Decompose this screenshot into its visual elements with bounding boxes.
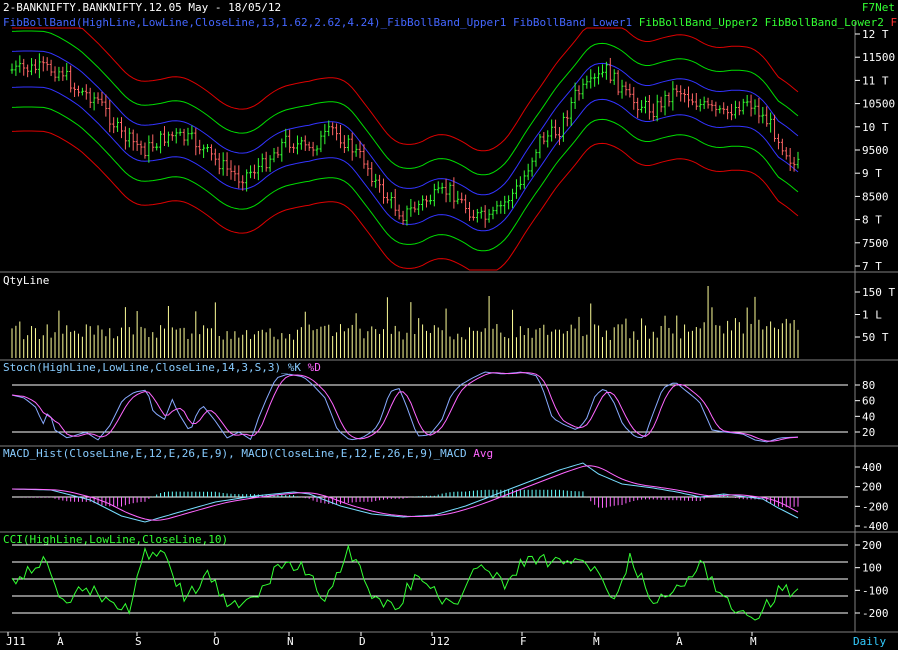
time-axis-label: S (135, 635, 142, 648)
axis-label: -200 (862, 500, 889, 513)
stoch-axis-labels: 80 60 40 20 (855, 379, 875, 439)
time-axis-label: J12 (430, 635, 450, 648)
axis-label: 1 L (862, 309, 882, 322)
price-axis-labels: 12 T 11500 11 T 10500 10 T 9500 9 T 8500 8 T 7500… (855, 28, 895, 273)
macd-pane[interactable]: MACD_Hist(CloseLine,E,12,E,26,E,9), MACD… (3, 447, 889, 533)
axis-label: -200 (862, 607, 889, 620)
axis-label: 40 (862, 410, 875, 423)
axis-label: 12 T (862, 28, 889, 41)
stoch-k-line (11, 371, 799, 443)
axis-label: 8500 (862, 190, 889, 203)
legend-item[interactable]: Stoch(HighLine,LowLine,CloseLine,14,3,S,… (3, 361, 301, 374)
cci-pane[interactable]: CCI(HighLine,LowLine,CloseLine,10) 200 10… (3, 533, 889, 621)
axis-label: 7 T (862, 260, 882, 273)
stoch-lines (11, 371, 799, 443)
price-bars (10, 53, 800, 228)
fib-boll-bands (11, 27, 799, 271)
legend-item[interactable]: CCI(HighLine,LowLine,CloseLine,10) (3, 533, 228, 546)
cci-pane-legend: CCI(HighLine,LowLine,CloseLine,10) (3, 533, 228, 546)
price-pane[interactable]: FibBollBand(HighLine,LowLine,CloseLine,1… (3, 16, 898, 273)
time-axis-label: O (213, 635, 220, 648)
time-axis-label: M (750, 635, 757, 648)
axis-label: -100 (862, 584, 889, 597)
time-axis-label: D (359, 635, 366, 648)
time-axis-label: F (520, 635, 527, 648)
legend-item[interactable]: %D (301, 361, 321, 374)
time-axis-label: A (676, 635, 683, 648)
axis-label: 9500 (862, 144, 889, 157)
legend-item[interactable]: Avg (467, 447, 494, 460)
cci-line (11, 544, 799, 621)
band-line (11, 130, 799, 271)
cci-line (11, 544, 799, 621)
macd-lines (11, 462, 799, 523)
stoch-pane-legend: Stoch(HighLine,LowLine,CloseLine,14,3,S,… (3, 361, 321, 374)
legend-item[interactable]: FibBollBand_Lower1 (506, 16, 632, 29)
time-axis-label: M (593, 635, 600, 648)
stock-chart-window[interactable]: 2-BANKNIFTY.BANKNIFTY.12.05 May - 18/05/… (0, 0, 898, 650)
axis-label: 9 T (862, 167, 882, 180)
window-title: 2-BANKNIFTY.BANKNIFTY.12.05 May - 18/05/… (3, 1, 281, 14)
axis-label: 11500 (862, 51, 895, 64)
qty-pane-legend: QtyLine (3, 274, 49, 287)
legend-item[interactable]: FibBollBand(HighLine,LowLine,CloseLine,1… (3, 16, 506, 29)
macd-pane-legend: MACD_Hist(CloseLine,E,12,E,26,E,9), MACD… (3, 447, 493, 460)
legend-item[interactable]: QtyLine (3, 274, 49, 287)
axis-label: 80 (862, 379, 875, 392)
axis-label: 10500 (862, 98, 895, 111)
axis-label: 50 T (862, 331, 889, 344)
stoch-pane[interactable]: Stoch(HighLine,LowLine,CloseLine,14,3,S,… (3, 361, 875, 443)
axis-label: 8 T (862, 214, 882, 227)
axis-label: 20 (862, 426, 875, 439)
time-axis-label: J11 (6, 635, 26, 648)
time-axis-label: N (287, 635, 294, 648)
legend-item[interactable]: MACD(CloseLine,E,12,E,26,E,9)_MACD (235, 447, 467, 460)
price-pane-legend: FibBollBand(HighLine,LowLine,CloseLine,1… (3, 16, 898, 29)
axis-label: -400 (862, 520, 889, 533)
axis-label: 7500 (862, 237, 889, 250)
time-axis-label: A (57, 635, 64, 648)
axis-label: 150 T (862, 286, 895, 299)
macd-line (11, 462, 799, 523)
band-line (12, 27, 799, 152)
qty-axis-labels: 150 T 1 L 50 T (855, 286, 895, 344)
axis-label: 60 (862, 395, 875, 408)
time-axis: J11 A S O N D J12 F M A M (6, 632, 757, 648)
band-line (11, 30, 799, 176)
axis-label: 200 (862, 481, 882, 494)
band-line (11, 50, 799, 196)
axis-label: 10 T (862, 121, 889, 134)
axis-label: 100 (862, 562, 882, 575)
qty-pane[interactable]: QtyLine 150 T 1 L 50 T (3, 274, 895, 358)
axis-label: 11 T (862, 74, 889, 87)
legend-item[interactable]: FibBollBand_Upper2 (632, 16, 758, 29)
stoch-d-line (11, 372, 799, 442)
qty-bars (11, 286, 799, 358)
macd-axis-labels: 400 200 -200 -400 (855, 461, 889, 533)
axis-label: 200 (862, 539, 882, 552)
periodicity-label[interactable]: Daily (853, 635, 886, 648)
cci-axis-labels: 200 100 -100 -200 (855, 539, 889, 620)
axis-label: 400 (862, 461, 882, 474)
brand-label: F7Net (862, 1, 895, 14)
legend-item[interactable]: MACD_Hist(CloseLine,E,12,E,26,E,9), (3, 447, 235, 460)
cci-level-lines (12, 544, 848, 614)
band-line (11, 106, 799, 252)
